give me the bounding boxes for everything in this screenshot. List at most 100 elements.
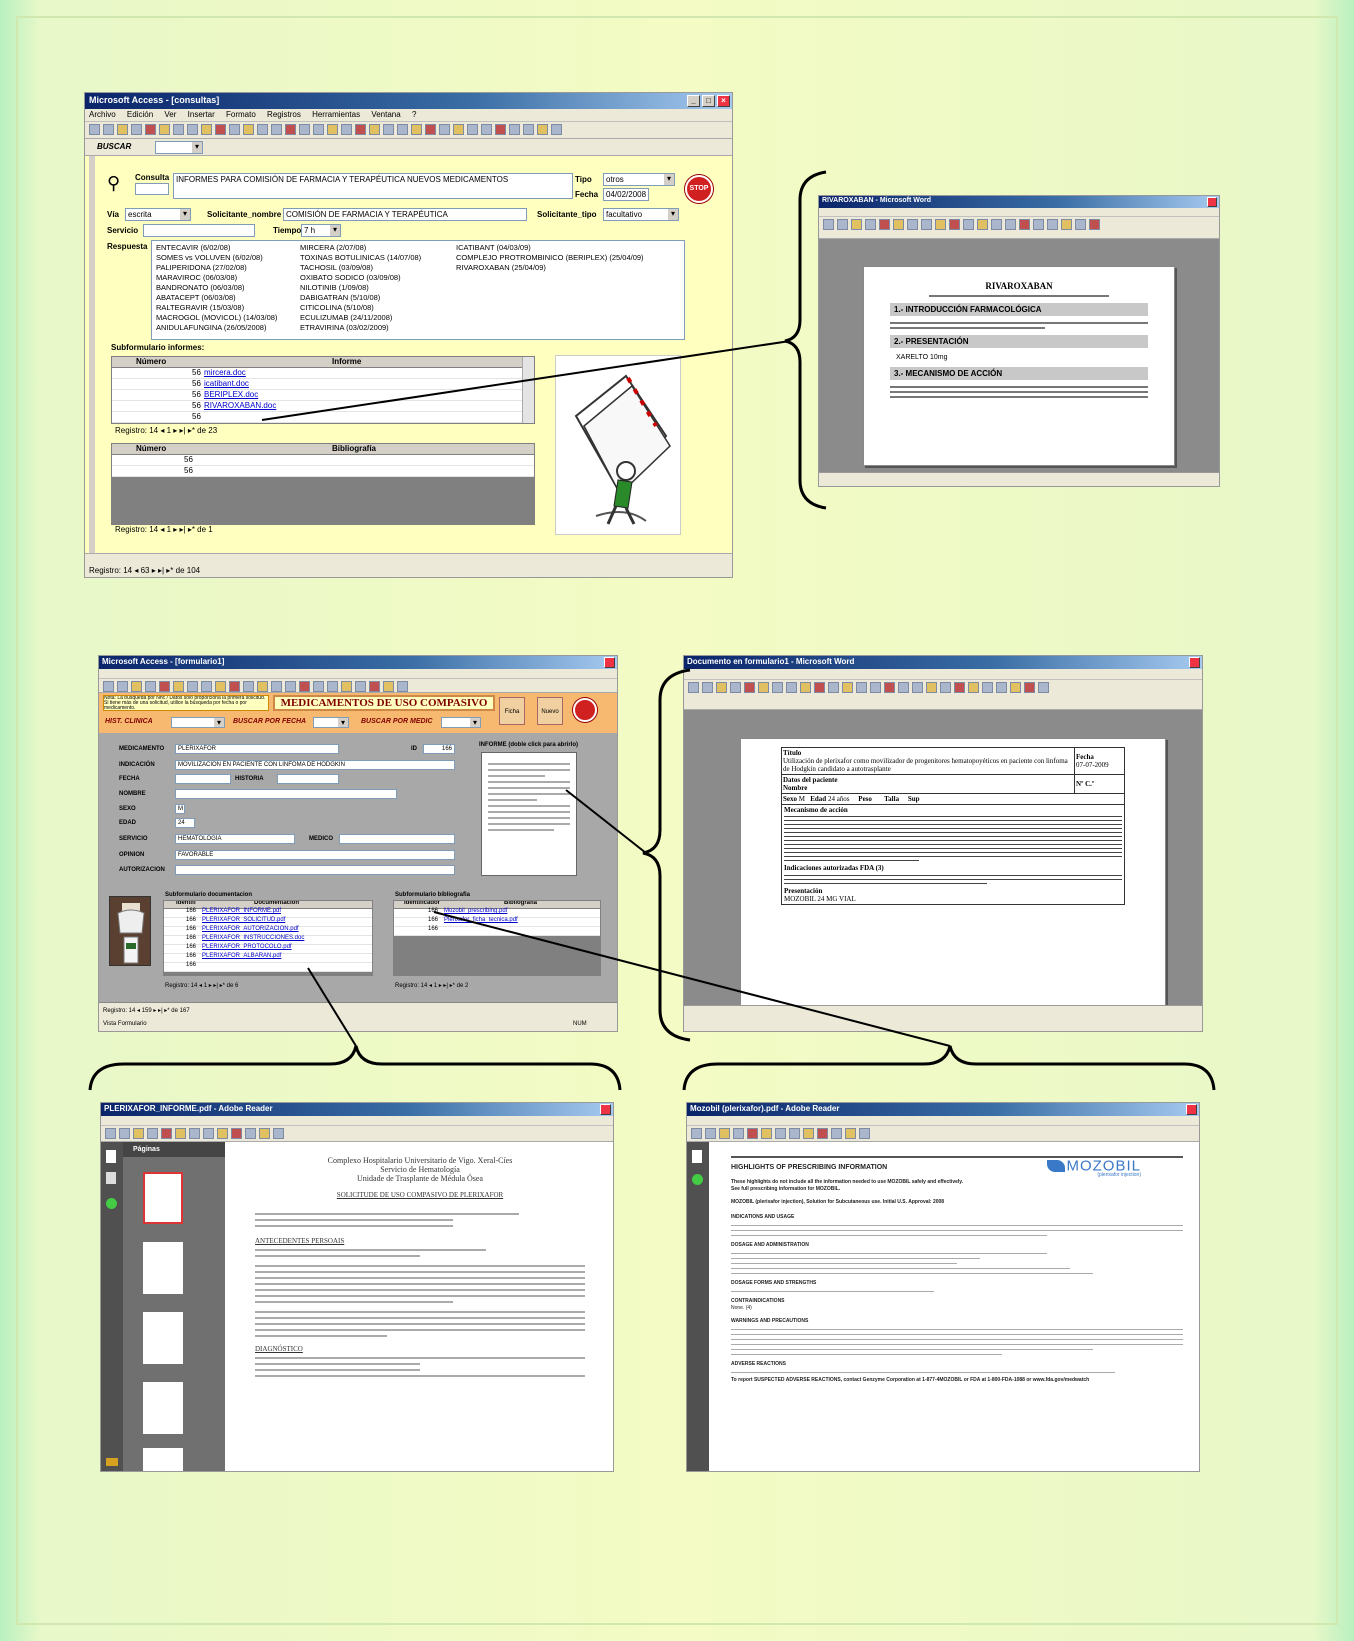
informe-link[interactable]: RIVAROXABAN.doc bbox=[204, 401, 276, 410]
informe-link[interactable]: BERIPLEX.doc bbox=[204, 390, 258, 399]
table-row[interactable]: 56 mircera.doc bbox=[112, 368, 534, 379]
table-row[interactable]: 56 icatibant.doc bbox=[112, 379, 534, 390]
servicio-field[interactable]: HEMATOLOGÍA bbox=[175, 834, 295, 844]
table-row[interactable]: 166 bbox=[394, 926, 600, 936]
pages-panel: Páginas bbox=[123, 1142, 225, 1471]
consulta-id-field[interactable] bbox=[135, 183, 169, 195]
documentacion-link[interactable]: PLERIXAFOR_INFORME.pdf bbox=[202, 908, 281, 914]
titulo-label: Título bbox=[783, 749, 802, 757]
autorizacion-field[interactable] bbox=[175, 865, 455, 875]
bibliografia-link[interactable]: Mozobil_prescribing.pdf bbox=[444, 908, 507, 914]
id-field[interactable]: 166 bbox=[423, 744, 455, 754]
binoculars-icon[interactable]: ⚲ bbox=[107, 173, 120, 194]
main-record-nav[interactable]: Registro: 14 ◂ 159 ▸ ▸| ▸* de 167 bbox=[103, 1007, 190, 1014]
bibliografia-link[interactable]: Plerixafor_ficha_tecnica.pdf bbox=[444, 917, 518, 923]
close-button[interactable] bbox=[600, 1104, 611, 1115]
table-row[interactable]: 56 RIVAROXABAN.doc bbox=[112, 401, 534, 412]
page-thumbnail[interactable] bbox=[143, 1172, 183, 1224]
stop-button[interactable]: STOP bbox=[685, 175, 713, 203]
tipo-label: Tipo bbox=[575, 175, 592, 184]
historia-field[interactable] bbox=[277, 774, 339, 784]
tiempo-label: Tiempo bbox=[273, 226, 302, 235]
menu-ventana[interactable]: Ventana bbox=[371, 110, 400, 119]
menu-formato[interactable]: Formato bbox=[226, 110, 256, 119]
documentacion-link[interactable]: PLERIXAFOR_INSTRUCCIONES.doc bbox=[202, 935, 304, 941]
warnings-heading: WARNINGS AND PRECAUTIONS bbox=[731, 1318, 809, 1324]
opinion-field[interactable]: FAVORABLE bbox=[175, 850, 455, 860]
via-dropdown[interactable]: escrita bbox=[125, 208, 191, 221]
hist-clinica-dropdown[interactable] bbox=[171, 717, 225, 728]
edad-field[interactable]: 24 bbox=[175, 818, 195, 828]
record-selector[interactable] bbox=[89, 156, 95, 566]
page-thumbnail[interactable] bbox=[143, 1382, 183, 1434]
sexo-field[interactable]: M bbox=[175, 804, 185, 814]
medicamento-field[interactable]: PLERIXAFOR bbox=[175, 744, 339, 754]
minimize-button[interactable]: _ bbox=[687, 95, 700, 107]
fecha-field[interactable]: 04/02/2008 bbox=[603, 188, 649, 201]
documentacion-link[interactable]: PLERIXAFOR_SOLICITUD.pdf bbox=[202, 917, 285, 923]
informes-record-nav[interactable]: Registro: 14 ◂ 1 ▸ ▸| ▸* de 23 bbox=[115, 426, 217, 435]
documentacion-link[interactable]: PLERIXAFOR_PROTOCOLO.pdf bbox=[202, 944, 292, 950]
respuesta-field[interactable]: ENTECAVIR (6/02/08) SOMES vs VOLUVEN (6/0… bbox=[151, 240, 685, 340]
document-icon[interactable] bbox=[692, 1150, 702, 1163]
tipo-dropdown[interactable]: otros bbox=[603, 173, 675, 186]
documentacion-record-nav[interactable]: Registro: 14 ◂ 1 ▸ ▸| ▸* de 6 bbox=[165, 982, 238, 989]
close-button[interactable] bbox=[1207, 197, 1217, 207]
green-dot-icon[interactable] bbox=[692, 1174, 703, 1185]
table-row[interactable]: 166 bbox=[164, 962, 372, 972]
informes-scrollbar[interactable] bbox=[522, 357, 534, 423]
informe-link[interactable]: mircera.doc bbox=[204, 368, 246, 377]
close-button[interactable] bbox=[1186, 1104, 1197, 1115]
close-button[interactable] bbox=[604, 657, 615, 668]
buscar-dropdown[interactable] bbox=[155, 141, 203, 154]
main-record-nav[interactable]: Registro: 14 ◂ 63 ▸ ▸| ▸* de 104 bbox=[89, 566, 200, 575]
page-thumbnail[interactable] bbox=[143, 1312, 183, 1364]
nombre-field[interactable] bbox=[175, 789, 397, 799]
fecha-label: FECHA bbox=[119, 776, 140, 782]
tiempo-dropdown[interactable]: 7 h bbox=[301, 224, 341, 237]
bibliografia-record-nav[interactable]: Registro: 14 ◂ 1 ▸ ▸| ▸* de 2 bbox=[395, 982, 468, 989]
buscar-medic-dropdown[interactable] bbox=[441, 717, 481, 728]
medico-field[interactable] bbox=[339, 834, 455, 844]
page-thumbnail[interactable] bbox=[143, 1448, 183, 1471]
consulta-field[interactable]: INFORMES PARA COMISIÓN DE FARMACIA Y TER… bbox=[173, 173, 573, 199]
menu-herramientas[interactable]: Herramientas bbox=[312, 110, 360, 119]
ficha-button[interactable]: Ficha bbox=[499, 697, 525, 725]
pages-icon[interactable] bbox=[106, 1172, 116, 1184]
menu-archivo[interactable]: Archivo bbox=[89, 110, 116, 119]
menu-insertar[interactable]: Insertar bbox=[188, 110, 215, 119]
document-icon[interactable] bbox=[106, 1150, 116, 1163]
table-row[interactable]: 56 bbox=[112, 455, 534, 466]
table-row[interactable]: 56 bbox=[112, 466, 534, 477]
solicitante-nombre-field[interactable]: COMISIÓN DE FARMACIA Y TERAPÉUTICA bbox=[283, 208, 527, 221]
documentacion-link[interactable]: PLERIXAFOR_ALBARAN.pdf bbox=[202, 953, 281, 959]
table-row[interactable]: 56 bbox=[112, 412, 534, 423]
table-row[interactable]: 166 Plerixafor_ficha_tecnica.pdf bbox=[394, 917, 600, 927]
table-row[interactable]: 56 BERIPLEX.doc bbox=[112, 390, 534, 401]
fecha-field[interactable] bbox=[175, 774, 231, 784]
informe-thumbnail[interactable] bbox=[481, 752, 577, 876]
buscar-fecha-dropdown[interactable] bbox=[313, 717, 349, 728]
servicio-field[interactable] bbox=[143, 224, 255, 237]
documentacion-link[interactable]: PLERIXAFOR_AUTORIZACION.pdf bbox=[202, 926, 299, 932]
menu-edicion[interactable]: Edición bbox=[127, 110, 153, 119]
solicitante-tipo-dropdown[interactable]: facultativo bbox=[603, 208, 679, 221]
menu-registros[interactable]: Registros bbox=[267, 110, 301, 119]
menu-ver[interactable]: Ver bbox=[164, 110, 176, 119]
menu-help[interactable]: ? bbox=[412, 110, 416, 119]
bibliografia-record-nav[interactable]: Registro: 14 ◂ 1 ▸ ▸| ▸* de 1 bbox=[115, 525, 213, 534]
page-thumbnail[interactable] bbox=[143, 1242, 183, 1294]
close-button[interactable] bbox=[1189, 657, 1200, 668]
key-icon[interactable] bbox=[106, 1458, 118, 1466]
green-dot-icon[interactable] bbox=[106, 1198, 117, 1209]
informe-link[interactable]: icatibant.doc bbox=[204, 379, 249, 388]
row-id: 166 bbox=[186, 935, 197, 941]
maximize-button[interactable]: □ bbox=[702, 95, 715, 107]
indicacion-field[interactable]: MOVILIZACIÓN EN PACIENTE CON LINFOMA DE … bbox=[175, 760, 455, 770]
respuesta-item: RIVAROXABAN (25/04/09) bbox=[456, 263, 546, 272]
banner-title: MEDICAMENTOS DE USO COMPASIVO bbox=[273, 695, 495, 711]
report-line: To report SUSPECTED ADVERSE REACTIONS, c… bbox=[731, 1377, 1090, 1383]
stop-button[interactable] bbox=[573, 698, 597, 722]
nuevo-button[interactable]: Nuevo bbox=[537, 697, 563, 725]
close-button[interactable]: × bbox=[717, 95, 730, 107]
